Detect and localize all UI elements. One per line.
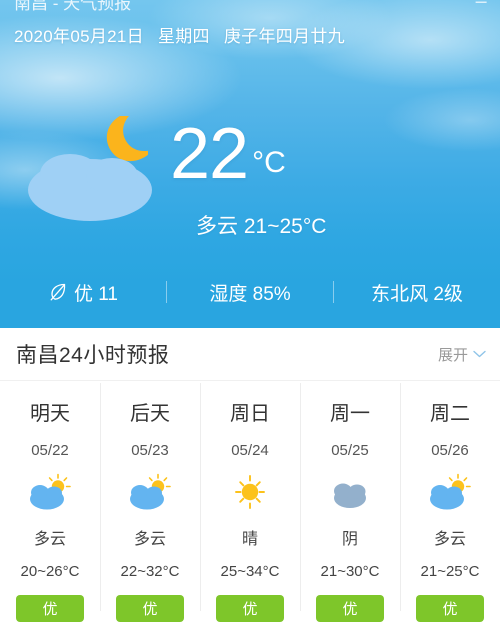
day-condition: 多云 <box>33 531 66 548</box>
stat-wind: 东北风 2级 <box>334 279 500 306</box>
day-air-quality-badge: 优 <box>316 595 384 622</box>
forecast-panel: 南昌24小时预报 展开 明天 05/22 多云 20~26°C 优 后天 05/… <box>0 328 500 636</box>
day-date: 05/26 <box>431 442 469 459</box>
day-name: 后天 <box>130 403 170 425</box>
hero-weather-panel: 南昌 - 天气预报 ☰ 2020年05月21日星期四庚子年四月廿九 22 °C … <box>0 0 500 328</box>
expand-label: 展开 <box>437 346 468 364</box>
expand-button[interactable]: 展开 <box>438 344 486 365</box>
cloudy-day-icon <box>430 473 471 510</box>
forecast-day-list: 明天 05/22 多云 20~26°C 优 后天 05/23 多云 22~32°… <box>0 381 500 636</box>
day-date: 05/23 <box>131 442 169 459</box>
day-condition: 多云 <box>133 531 166 548</box>
day-date: 05/25 <box>331 442 369 459</box>
forecast-day-card[interactable]: 周二 05/26 多云 21~25°C 优 <box>400 381 500 636</box>
weekday-text: 星期四 <box>157 27 210 46</box>
app-titlebar: 南昌 - 天气预报 ☰ <box>0 0 500 11</box>
chevron-down-icon <box>473 350 486 358</box>
day-date: 05/22 <box>31 442 69 459</box>
day-name: 周一 <box>330 403 370 425</box>
stat-air-quality[interactable]: 优 11 <box>0 279 166 306</box>
leaf-icon <box>50 283 66 301</box>
day-date: 05/24 <box>231 442 269 459</box>
forecast-day-card[interactable]: 后天 05/23 多云 22~32°C 优 <box>100 381 200 636</box>
condition-and-range: 多云 21~25°C <box>196 215 327 238</box>
forecast-title: 南昌24小时预报 <box>16 344 170 367</box>
app-title: 南昌 - 天气预报 <box>14 0 132 11</box>
overcast-icon <box>334 483 366 508</box>
forecast-day-card[interactable]: 周日 05/24 晴 25~34°C 优 <box>200 381 300 636</box>
cloudy-day-icon <box>30 473 71 510</box>
day-condition: 晴 <box>241 531 258 548</box>
wind-text: 东北风 2级 <box>371 283 463 305</box>
weather-app: 南昌 - 天气预报 ☰ 2020年05月21日星期四庚子年四月廿九 22 °C … <box>0 0 500 636</box>
day-air-quality-badge: 优 <box>16 595 84 622</box>
date-text: 2020年05月21日 <box>14 27 144 46</box>
cloud-shape <box>28 154 152 221</box>
forecast-day-card[interactable]: 周一 05/25 阴 21~30°C 优 <box>300 381 400 636</box>
air-quality-text: 优 11 <box>73 283 118 305</box>
day-temperature: 25~34°C <box>220 563 280 580</box>
cloudy-day-icon <box>130 473 171 510</box>
cloudy-night-icon <box>22 112 162 224</box>
date-line: 2020年05月21日 星期四 庚子年四月廿九 <box>14 22 345 47</box>
day-air-quality-badge: 优 <box>416 595 484 622</box>
current-temperature: 22 °C <box>170 114 286 194</box>
humidity-text: 湿度 85% <box>209 283 291 305</box>
forecast-day-card[interactable]: 明天 05/22 多云 20~26°C 优 <box>0 381 100 636</box>
day-name: 周日 <box>230 403 270 425</box>
forecast-header: 南昌24小时预报 展开 <box>0 328 500 381</box>
day-temperature: 20~26°C <box>20 563 80 580</box>
day-condition: 多云 <box>433 531 466 548</box>
day-temperature: 21~25°C <box>420 563 480 580</box>
menu-icon[interactable]: ☰ <box>475 0 488 7</box>
temperature-unit: °C <box>252 146 286 179</box>
day-temperature: 22~32°C <box>120 563 180 580</box>
day-air-quality-badge: 优 <box>216 595 284 622</box>
day-name: 周二 <box>430 403 470 425</box>
day-air-quality-badge: 优 <box>116 595 184 622</box>
lunar-date-text: 庚子年四月廿九 <box>223 27 345 46</box>
day-name: 明天 <box>30 403 70 425</box>
day-temperature: 21~30°C <box>320 563 380 580</box>
stats-row: 优 11 湿度 85% 东北风 2级 <box>0 272 500 312</box>
temperature-value: 22 <box>170 114 249 194</box>
day-condition: 阴 <box>341 531 358 548</box>
sunny-icon <box>235 475 265 509</box>
stat-humidity: 湿度 85% <box>167 279 333 306</box>
